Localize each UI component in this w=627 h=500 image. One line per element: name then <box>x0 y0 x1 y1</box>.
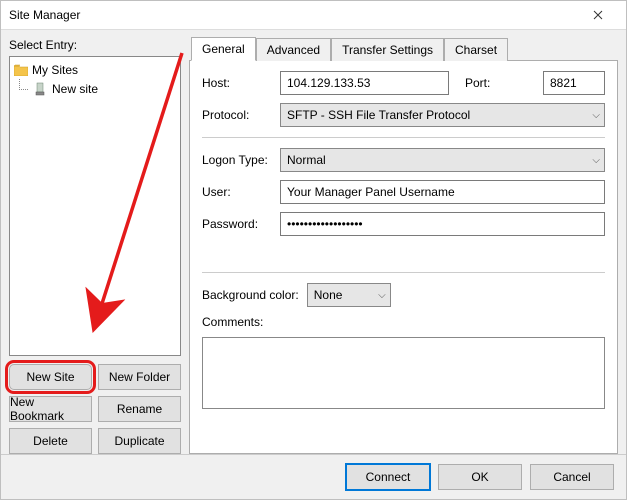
password-row: Password: <box>202 212 605 236</box>
cancel-button[interactable]: Cancel <box>530 464 614 490</box>
protocol-row: Protocol: SFTP - SSH File Transfer Proto… <box>202 103 605 127</box>
select-entry-label: Select Entry: <box>9 38 181 52</box>
window-title: Site Manager <box>9 8 578 22</box>
connect-button[interactable]: Connect <box>346 464 430 490</box>
left-button-grid: New Site New Folder New Bookmark Rename … <box>9 364 181 454</box>
user-label: User: <box>202 185 274 199</box>
tabset: General Advanced Transfer Settings Chars… <box>191 36 618 60</box>
folder-icon <box>14 64 28 76</box>
chevron-down-icon: ⌵ <box>592 155 600 166</box>
logon-type-label: Logon Type: <box>202 153 274 167</box>
user-row: User: <box>202 180 605 204</box>
host-input[interactable] <box>280 71 449 95</box>
protocol-label: Protocol: <box>202 108 274 122</box>
tree-item-row[interactable]: New site <box>14 80 176 98</box>
tab-charset[interactable]: Charset <box>444 38 508 61</box>
dialog-footer: Connect OK Cancel <box>1 454 626 499</box>
server-icon <box>34 82 48 96</box>
tree-connector <box>19 79 28 90</box>
comments-label: Comments: <box>202 315 263 329</box>
bgcolor-row: Background color: None ⌵ <box>202 283 605 307</box>
separator <box>202 137 605 138</box>
dialog-body: Select Entry: My Sites New site <box>1 30 626 454</box>
logon-type-row: Logon Type: Normal ⌵ <box>202 148 605 172</box>
logon-type-value: Normal <box>287 153 326 167</box>
protocol-value: SFTP - SSH File Transfer Protocol <box>287 108 470 122</box>
right-pane: General Advanced Transfer Settings Chars… <box>189 36 618 454</box>
new-folder-button[interactable]: New Folder <box>98 364 181 390</box>
new-site-button[interactable]: New Site <box>9 364 92 390</box>
logon-type-select[interactable]: Normal ⌵ <box>280 148 605 172</box>
rename-button[interactable]: Rename <box>98 396 181 422</box>
bgcolor-label: Background color: <box>202 288 299 302</box>
tree-root-label: My Sites <box>32 63 78 77</box>
password-input[interactable] <box>280 212 605 236</box>
duplicate-button[interactable]: Duplicate <box>98 428 181 454</box>
host-row: Host: Port: <box>202 71 605 95</box>
left-pane: Select Entry: My Sites New site <box>9 36 181 454</box>
comments-input[interactable] <box>202 337 605 409</box>
port-label: Port: <box>465 76 537 90</box>
tab-transfer-settings[interactable]: Transfer Settings <box>331 38 444 61</box>
user-input[interactable] <box>280 180 605 204</box>
bgcolor-value: None <box>314 288 343 302</box>
comments-row: Comments: <box>202 315 605 409</box>
bgcolor-select[interactable]: None ⌵ <box>307 283 391 307</box>
titlebar: Site Manager <box>1 1 626 30</box>
protocol-select[interactable]: SFTP - SSH File Transfer Protocol ⌵ <box>280 103 605 127</box>
password-label: Password: <box>202 217 274 231</box>
tree-item-label: New site <box>52 82 98 96</box>
separator <box>202 272 605 273</box>
general-panel: Host: Port: Protocol: SFTP - SSH File Tr… <box>189 60 618 454</box>
site-tree[interactable]: My Sites New site <box>9 56 181 356</box>
chevron-down-icon: ⌵ <box>592 110 600 121</box>
port-input[interactable] <box>543 71 605 95</box>
tab-general[interactable]: General <box>191 37 256 61</box>
close-button[interactable] <box>578 1 618 29</box>
tab-advanced[interactable]: Advanced <box>256 38 331 61</box>
site-manager-window: Site Manager Select Entry: My Sites <box>0 0 627 500</box>
ok-button[interactable]: OK <box>438 464 522 490</box>
close-icon <box>593 10 603 20</box>
delete-button[interactable]: Delete <box>9 428 92 454</box>
tree-root-row[interactable]: My Sites <box>14 61 176 79</box>
chevron-down-icon: ⌵ <box>378 290 386 301</box>
host-label: Host: <box>202 76 274 90</box>
new-bookmark-button[interactable]: New Bookmark <box>9 396 92 422</box>
